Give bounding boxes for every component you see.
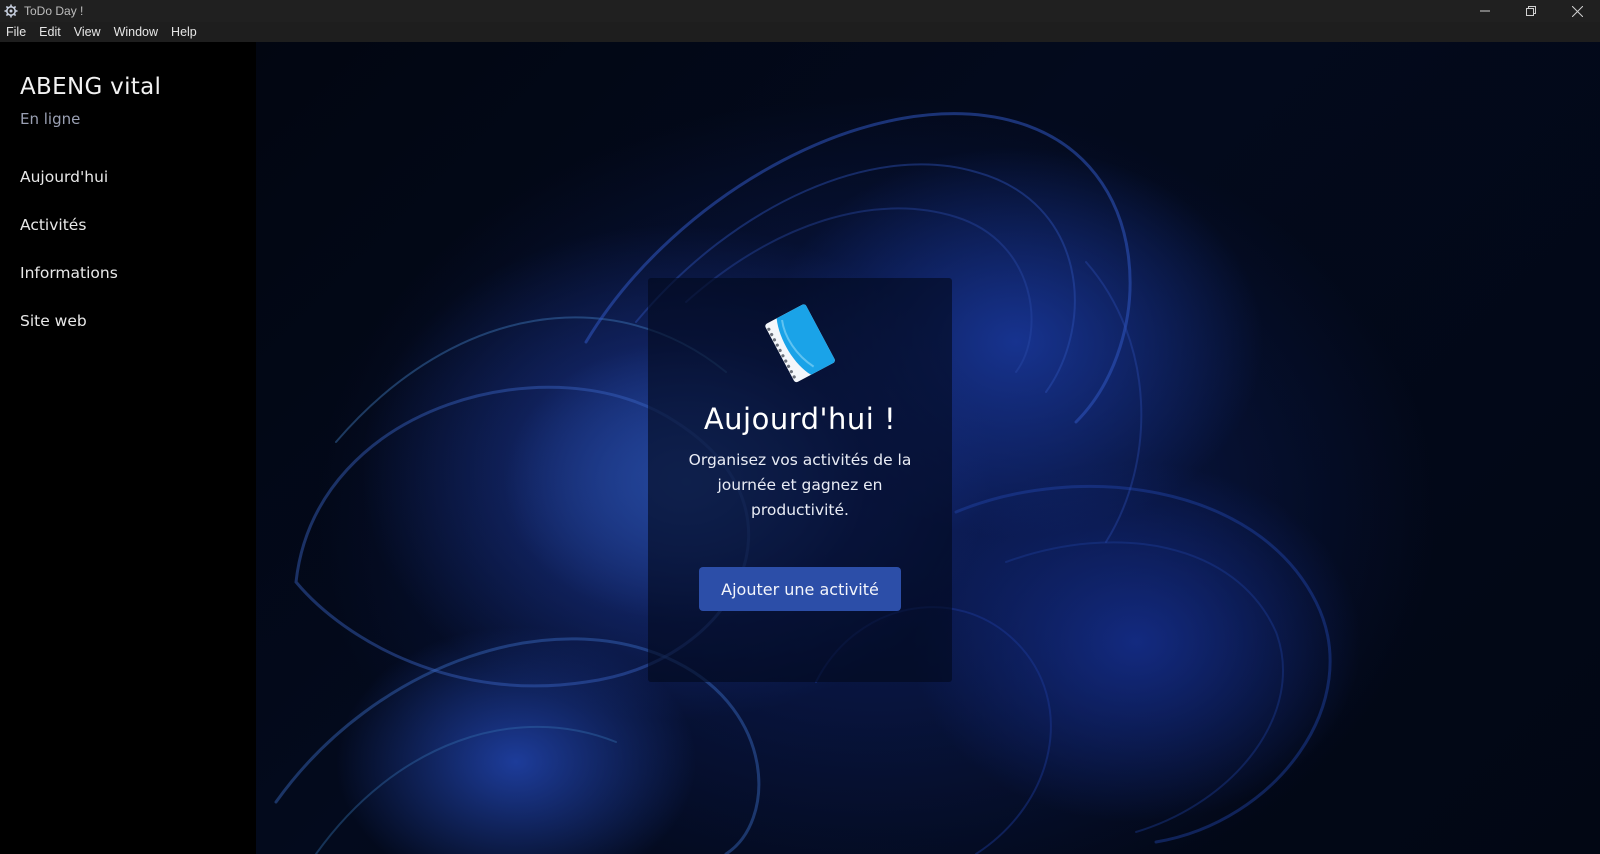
notebook-icon [765, 304, 835, 383]
nav-item-activities[interactable]: Activités [20, 216, 86, 234]
hero-title: Aujourd'hui ! [703, 402, 897, 436]
minimize-button[interactable] [1462, 0, 1508, 22]
title-bar: ToDo Day ! [0, 0, 1600, 22]
minimize-icon [1480, 10, 1490, 12]
menu-help[interactable]: Help [165, 22, 204, 42]
nav-item-website[interactable]: Site web [20, 312, 87, 330]
add-activity-button[interactable]: Ajouter une activité [699, 567, 901, 611]
sidebar: ABENG vital En ligne Aujourd'hui Activit… [0, 42, 256, 854]
window-title: ToDo Day ! [24, 4, 84, 18]
close-icon [1571, 5, 1583, 17]
menu-file[interactable]: File [0, 22, 33, 42]
restore-icon [1526, 6, 1536, 16]
menu-view[interactable]: View [68, 22, 108, 42]
main-content: Aujourd'hui ! Organisez vos activités de… [256, 42, 1600, 854]
menu-edit[interactable]: Edit [33, 22, 68, 42]
maximize-button[interactable] [1508, 0, 1554, 22]
window-controls [1462, 0, 1600, 22]
close-button[interactable] [1554, 0, 1600, 22]
nav-item-informations[interactable]: Informations [20, 264, 118, 282]
gear-app-icon [4, 4, 18, 18]
welcome-card: Aujourd'hui ! Organisez vos activités de… [648, 278, 952, 682]
user-status: En ligne [20, 110, 81, 128]
user-name: ABENG vital [20, 74, 162, 100]
nav-item-today[interactable]: Aujourd'hui [20, 168, 108, 186]
menu-window[interactable]: Window [108, 22, 165, 42]
hero-description: Organisez vos activités de la journée et… [688, 451, 912, 519]
menu-bar: File Edit View Window Help [0, 22, 1600, 42]
